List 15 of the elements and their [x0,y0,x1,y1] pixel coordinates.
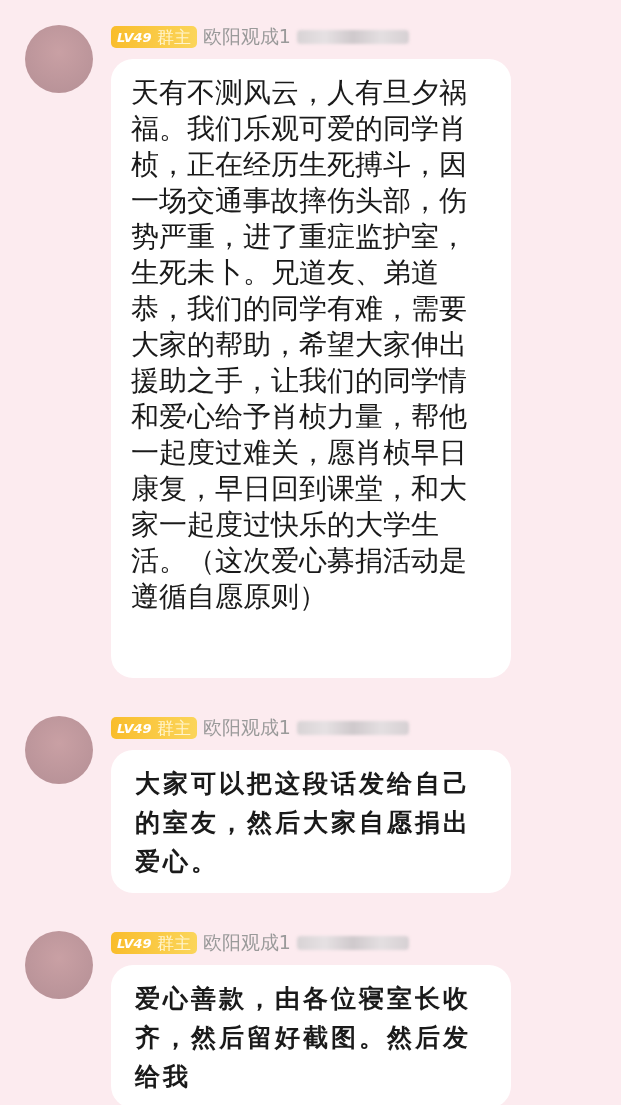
level-text: LV49 [117,720,152,736]
role-text: 群主 [156,716,191,740]
blurred-number-icon [296,721,409,735]
sender-name: 欧阳观成1 [202,930,291,955]
message-text: 大家可以把这段话发给自己的室友，然后大家自愿捐出爱心。 [135,769,471,876]
level-text: LV49 [117,935,152,951]
message-text: 天有不测风云，人有旦夕祸福。我们乐观可爱的同学肖桢，正在经历生死搏斗，因一场交通事故摔伤头部，伤势严重，进了重症监护室，生死未卜。兄道友、弟道恭，我们的同学有难，需要大家的帮助，希望大家伸出援助之手，让我们的同学情和爱心给予肖桢力量，帮他一起度过难关，愿肖桢早日康复，早日回到课堂，和大家一起度过快乐的大学生活。（这次爱心募捐活动是遵循自愿原则） [131,76,467,613]
message-text: 爱心善款，由各位寝室长收齐，然后留好截图。然后发给我 [135,984,471,1091]
role-text: 群主 [156,931,191,955]
role-text: 群主 [156,25,191,49]
blurred-number-icon [296,30,409,44]
sender-name: 欧阳观成1 [202,24,291,49]
sender-name: 欧阳观成1 [202,715,291,740]
blurred-number-icon [296,936,409,950]
level-text: LV49 [117,29,152,45]
